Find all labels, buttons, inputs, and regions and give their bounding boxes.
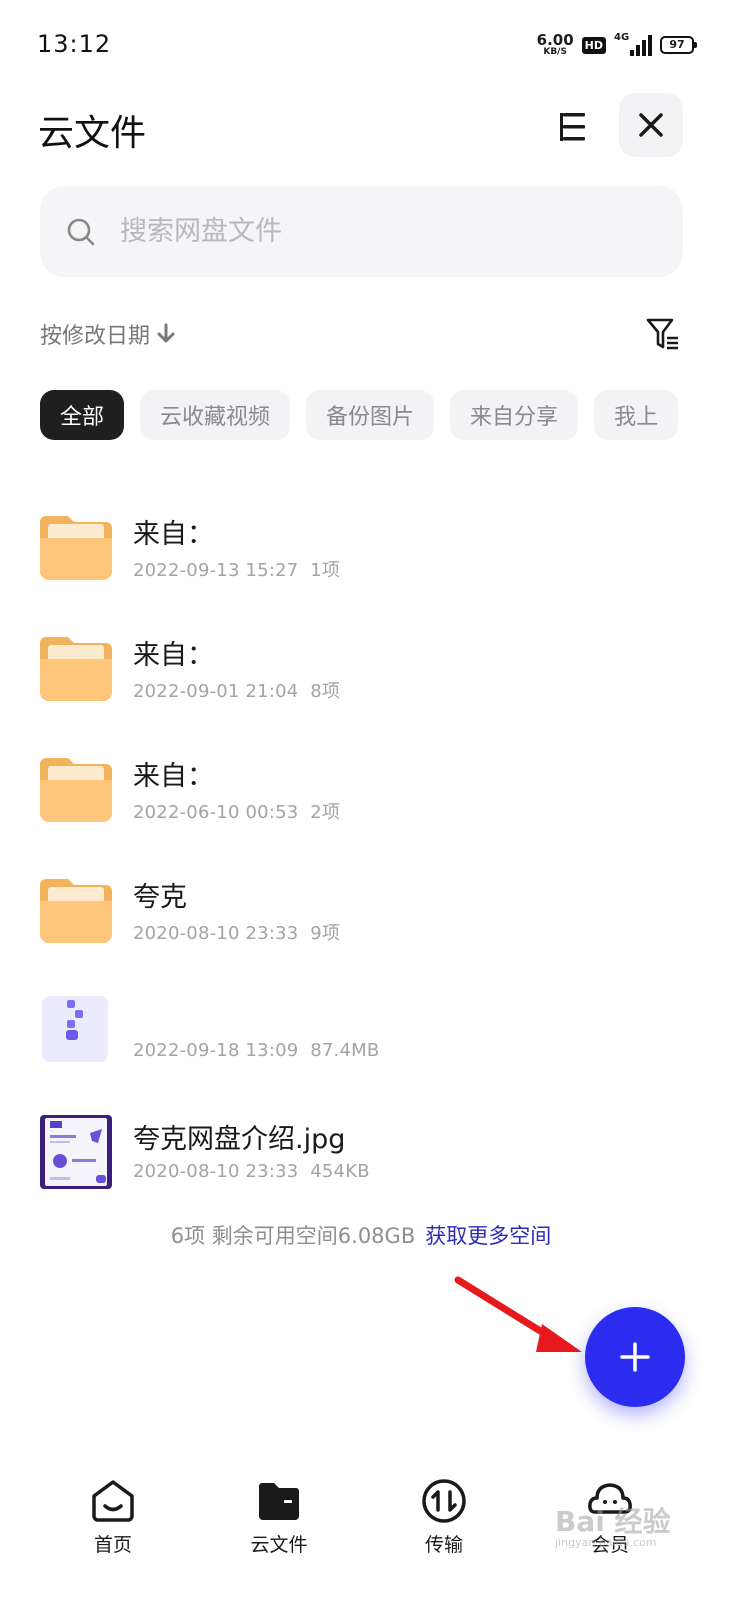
folder-icon [259, 1483, 299, 1520]
home-icon [92, 1480, 134, 1522]
file-row[interactable]: 夸克网盘介绍.jpg 2020-08-10 23:33 454KB [0, 1091, 738, 1212]
watermark: Bai 经验 jingyan.baidu.com [555, 1500, 671, 1549]
add-button[interactable] [585, 1307, 685, 1407]
network-speed: 6.00 KB/S [537, 33, 574, 57]
file-date: 2022-09-01 21:04 [133, 681, 299, 702]
chip-all[interactable]: 全部 [40, 390, 125, 440]
nav-label: 传输 [424, 1534, 463, 1556]
chip-from-share[interactable]: 来自分享 [450, 390, 579, 440]
file-row[interactable]: 夸克 2020-08-10 23:33 9项 [0, 849, 738, 970]
file-size: 2项 [310, 802, 341, 823]
battery-icon: 97 [660, 36, 697, 54]
file-list: 来自： 2022-09-13 15:27 1项 来自： 2022-09-01 2… [0, 486, 738, 1212]
file-size: 9项 [310, 923, 341, 944]
hd-badge: HD [581, 36, 606, 54]
get-more-space-link[interactable]: 获取更多空间 [425, 1224, 551, 1248]
file-meta: 2022-09-13 15:27 1项 [133, 556, 340, 582]
list-icon [560, 113, 585, 141]
page-title: 云文件 [38, 113, 147, 154]
file-date: 2022-06-10 00:53 [133, 802, 299, 823]
file-date: 2020-08-10 23:33 [133, 1161, 299, 1182]
watermark-text: Bai 经验 [555, 1505, 671, 1538]
storage-summary-text: 6项 剩余可用空间6.08GB [170, 1224, 416, 1248]
close-icon [639, 113, 663, 137]
network-type: 4G [614, 32, 630, 43]
file-row[interactable]: 来自： 2022-06-10 00:53 2项 [0, 728, 738, 849]
chip-backup-images[interactable]: 备份图片 [306, 390, 435, 440]
file-name: 来自： [133, 640, 214, 671]
arrow-down-icon [157, 323, 175, 343]
chip-my-uploads[interactable]: 我上 [594, 390, 679, 440]
file-name: 来自： [133, 761, 214, 792]
filter-icon [646, 318, 678, 350]
file-size: 1项 [310, 560, 341, 581]
chip-cloud-videos[interactable]: 云收藏视频 [140, 390, 291, 440]
sort-label: 按修改日期 [40, 324, 151, 349]
file-date: 2020-08-10 23:33 [133, 923, 299, 944]
file-size: 454KB [310, 1161, 370, 1182]
nav-cloud-files[interactable]: 云文件 [224, 1476, 334, 1557]
filter-button[interactable] [645, 316, 681, 352]
file-date: 2022-09-18 13:09 [133, 1040, 299, 1061]
file-meta: 2022-06-10 00:53 2项 [133, 798, 340, 824]
archive-file-icon [42, 996, 108, 1062]
folder-icon [40, 637, 112, 701]
annotation-arrow [454, 1276, 582, 1352]
status-time: 13:12 [37, 30, 112, 58]
search-input[interactable] [120, 216, 640, 247]
folder-icon [40, 879, 112, 943]
file-meta: 2020-08-10 23:33 9项 [133, 919, 340, 945]
file-name: 夸克 [133, 882, 187, 913]
sort-control[interactable]: 按修改日期 [40, 318, 176, 350]
status-bar: 13:12 6.00 KB/S HD 4G 97 [0, 0, 738, 90]
storage-summary: 6项 剩余可用空间6.08GB 获取更多空间 [0, 1220, 722, 1250]
folder-icon [40, 516, 112, 580]
transfer-icon [422, 1479, 466, 1523]
list-menu-button[interactable] [552, 105, 596, 149]
file-size: 8项 [310, 681, 341, 702]
status-indicators: 6.00 KB/S HD 4G 97 [537, 30, 697, 60]
watermark-subtext: jingyan.baidu.com [555, 1536, 657, 1549]
nav-label: 云文件 [250, 1534, 308, 1556]
file-meta: 2020-08-10 23:33 454KB [133, 1161, 370, 1182]
file-row[interactable]: 来自： 2022-09-13 15:27 1项 [0, 486, 738, 607]
nav-transfer[interactable]: 传输 [389, 1476, 499, 1557]
nav-home[interactable]: 首页 [58, 1476, 168, 1557]
folder-icon [40, 758, 112, 822]
search-icon [67, 218, 95, 245]
category-chips: 全部 云收藏视频 备份图片 来自分享 我上 [40, 390, 683, 440]
file-row[interactable]: 2022-09-18 13:09 87.4MB [0, 970, 738, 1091]
plus-icon [620, 1342, 650, 1372]
image-thumbnail [40, 1115, 112, 1189]
file-row[interactable]: 来自： 2022-09-01 21:04 8项 [0, 607, 738, 728]
network-speed-unit: KB/S [543, 47, 567, 57]
network-speed-value: 6.00 [536, 31, 574, 49]
file-size: 87.4MB [310, 1040, 380, 1061]
nav-label: 首页 [93, 1534, 132, 1556]
signal-icon: 4G [614, 32, 652, 56]
file-meta: 2022-09-01 21:04 8项 [133, 677, 340, 703]
file-meta: 2022-09-18 13:09 87.4MB [133, 1040, 379, 1061]
file-date: 2022-09-13 15:27 [133, 560, 299, 581]
file-name: 夸克网盘介绍.jpg [133, 1124, 346, 1155]
search-box[interactable] [40, 186, 683, 277]
file-name: 来自： [133, 519, 214, 550]
close-button[interactable] [619, 93, 683, 157]
